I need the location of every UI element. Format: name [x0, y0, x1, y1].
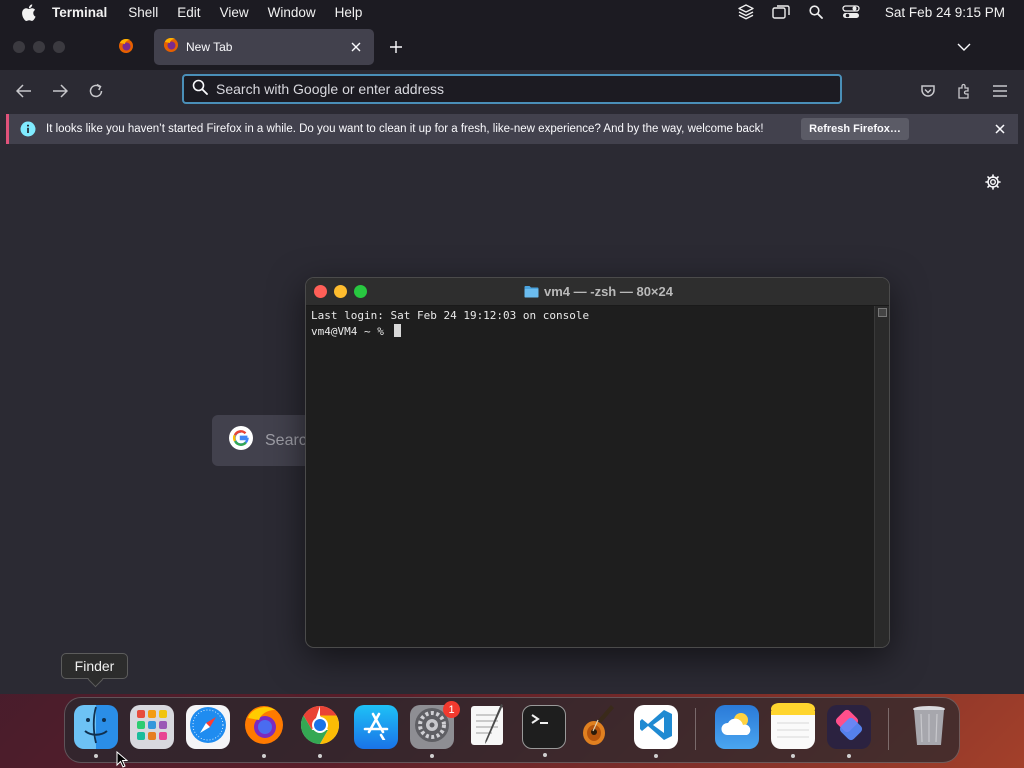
url-bar[interactable] [182, 74, 842, 104]
menu-view[interactable]: View [220, 5, 249, 20]
window-close-button[interactable] [13, 41, 25, 53]
terminal-prompt-line: vm4@VM4 ~ % [311, 323, 589, 340]
pocket-icon[interactable] [916, 79, 940, 103]
layers-icon[interactable] [737, 3, 755, 21]
address-input[interactable] [216, 81, 816, 97]
menu-window[interactable]: Window [268, 5, 316, 20]
google-logo-icon [229, 426, 253, 455]
launchpad-icon [134, 707, 170, 748]
scrollbar-thumb[interactable] [878, 308, 887, 317]
finder-icon [74, 703, 118, 752]
back-arrow-icon[interactable] [12, 79, 36, 103]
firefox-icon [118, 38, 134, 59]
terminal-prompt: vm4@VM4 ~ % [311, 324, 391, 338]
dock-separator [888, 708, 889, 750]
weather-icon [719, 707, 755, 748]
dock-vscode[interactable] [634, 705, 678, 758]
garageband-icon [579, 703, 621, 752]
terminal-titlebar[interactable]: vm4 — -zsh — 80×24 [306, 278, 889, 306]
forward-arrow-icon[interactable] [48, 79, 72, 103]
screen-mirror-icon[interactable] [772, 3, 790, 21]
notification-bar: It looks like you haven’t started Firefo… [6, 114, 1018, 144]
dock-safari[interactable] [186, 705, 230, 749]
status-area: Sat Feb 24 9:15 PM [737, 0, 1024, 24]
refresh-firefox-button[interactable]: Refresh Firefox… [801, 118, 909, 140]
apple-menu-icon[interactable] [18, 2, 38, 22]
text-cursor [394, 323, 402, 337]
terminal-window[interactable]: vm4 — -zsh — 80×24 Last login: Sat Feb 2… [305, 277, 890, 648]
notes-icon [771, 702, 815, 752]
spotlight-search-icon[interactable] [807, 3, 825, 21]
vscode-icon [638, 707, 674, 748]
running-indicator [318, 754, 322, 758]
close-tab-icon[interactable] [347, 38, 365, 56]
menu-app-terminal[interactable]: Terminal [52, 5, 107, 20]
dock-notes[interactable] [771, 702, 815, 758]
dock-system-settings[interactable]: 1 [410, 701, 460, 758]
navigation-toolbar [0, 70, 1024, 112]
folder-icon [524, 285, 539, 301]
running-indicator [430, 754, 434, 758]
control-center-icon[interactable] [842, 3, 860, 21]
running-indicator [543, 753, 547, 757]
dock-weather[interactable] [715, 705, 759, 749]
new-tab-button[interactable] [386, 37, 406, 57]
dock-shortcuts[interactable] [827, 705, 871, 758]
mouse-pointer-icon [116, 750, 129, 768]
terminal-output[interactable]: Last login: Sat Feb 24 19:12:03 on conso… [311, 309, 589, 339]
app-store-icon [361, 710, 391, 745]
chevron-down-icon[interactable] [954, 37, 974, 57]
close-notification-icon[interactable] [992, 121, 1008, 137]
dock-chrome[interactable] [298, 704, 342, 758]
notification-badge: 1 [443, 701, 460, 718]
running-indicator [847, 754, 851, 758]
terminal-title-text: vm4 — -zsh — 80×24 [544, 284, 673, 299]
hamburger-menu-icon[interactable] [988, 79, 1012, 103]
safari-icon [188, 705, 228, 750]
dock: 1 [64, 697, 960, 763]
running-indicator [791, 754, 795, 758]
menu-edit[interactable]: Edit [177, 5, 200, 20]
window-zoom-button[interactable] [53, 41, 65, 53]
info-icon [20, 121, 36, 137]
dock-separator [695, 708, 696, 750]
dock-terminal[interactable] [522, 705, 566, 757]
dock-launchpad[interactable] [130, 705, 174, 749]
dock-firefox[interactable] [242, 704, 286, 758]
menu-bar: Terminal Shell Edit View Window Help Sat… [0, 0, 1024, 24]
firefox-icon [163, 37, 179, 58]
dock-finder[interactable] [74, 703, 118, 758]
notification-message: It looks like you haven’t started Firefo… [46, 123, 764, 135]
tab-strip: New Tab [0, 24, 1024, 70]
menu-shell[interactable]: Shell [128, 5, 158, 20]
shortcuts-icon [832, 708, 866, 747]
dock-tooltip: Finder [61, 653, 128, 679]
search-icon [192, 79, 208, 100]
terminal-line: Last login: Sat Feb 24 19:12:03 on conso… [311, 309, 590, 322]
menu-help[interactable]: Help [335, 5, 363, 20]
reload-icon[interactable] [84, 79, 108, 103]
firefox-icon [243, 704, 285, 751]
running-indicator [94, 754, 98, 758]
trash-icon [909, 703, 949, 752]
tab-title: New Tab [186, 40, 233, 54]
menubar-clock[interactable]: Sat Feb 24 9:15 PM [885, 5, 1005, 20]
dock-textedit[interactable] [466, 703, 510, 752]
gear-icon[interactable] [983, 172, 1003, 192]
dock-app-store[interactable] [354, 705, 398, 749]
terminal-icon [524, 705, 564, 750]
dock-trash[interactable] [907, 705, 951, 749]
pinned-tab[interactable] [110, 34, 142, 62]
dock-garageband[interactable] [578, 703, 622, 752]
terminal-scrollbar[interactable] [874, 306, 889, 647]
window-minimize-button[interactable] [33, 41, 45, 53]
textedit-icon [467, 703, 509, 752]
running-indicator [262, 754, 266, 758]
tab-new-tab[interactable]: New Tab [154, 29, 374, 65]
running-indicator [654, 754, 658, 758]
chrome-icon [299, 704, 341, 751]
extensions-icon[interactable] [952, 79, 976, 103]
terminal-title: vm4 — -zsh — 80×24 [306, 284, 889, 301]
